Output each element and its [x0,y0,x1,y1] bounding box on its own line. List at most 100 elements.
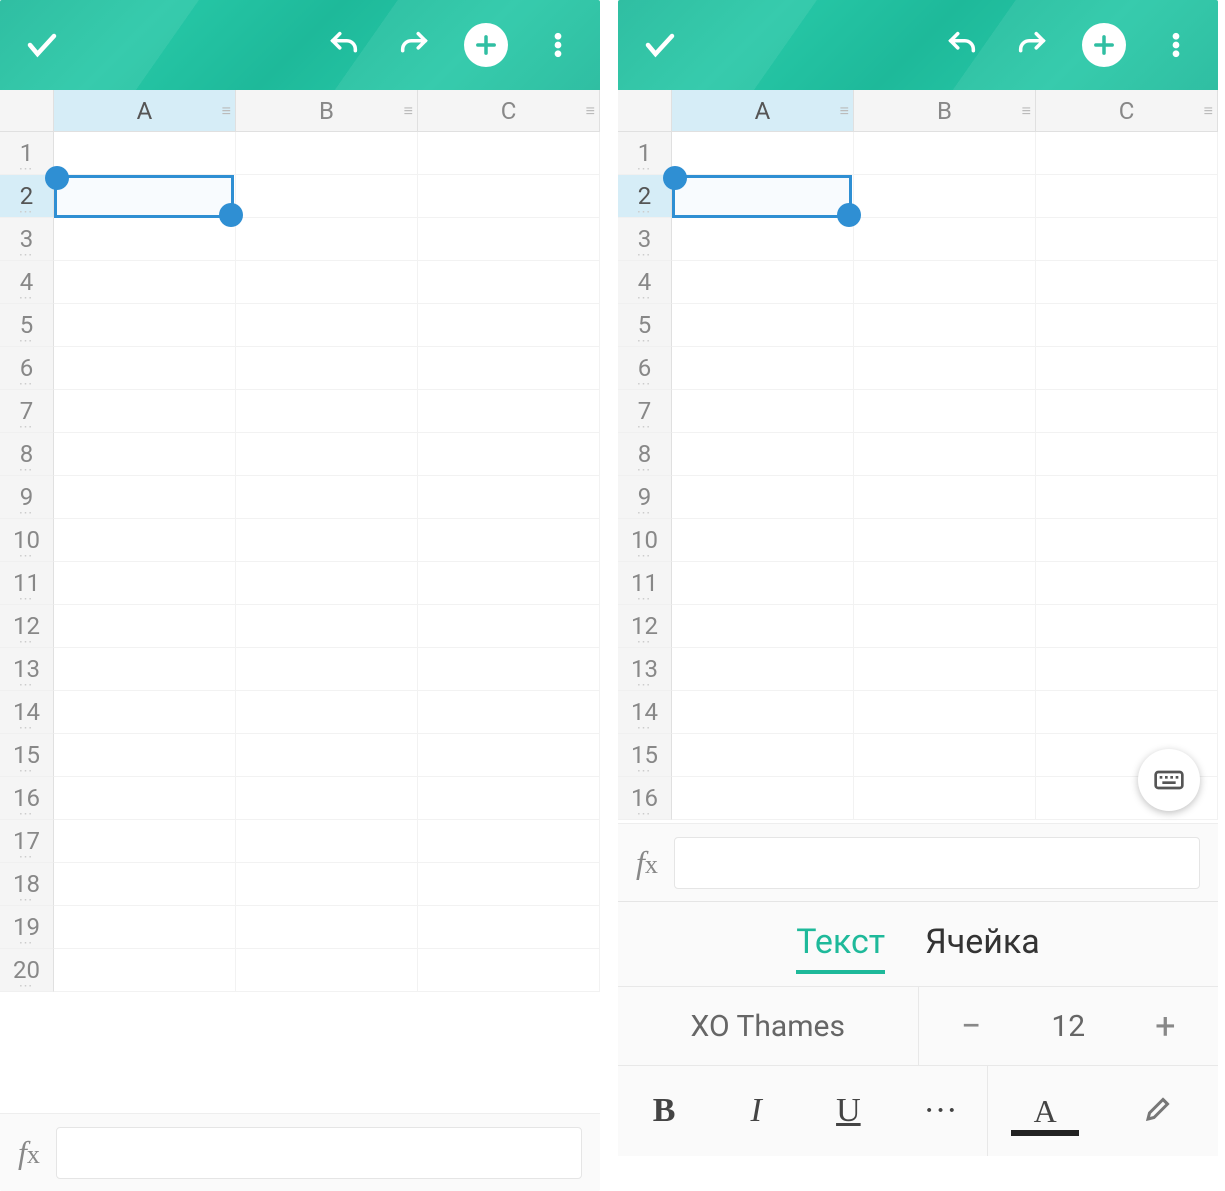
cell[interactable] [418,433,600,476]
row-header-16[interactable]: 16⋯ [0,777,54,820]
undo-button[interactable] [942,25,982,65]
spreadsheet-grid[interactable]: A≡ B≡ C≡ 1⋯2⋯3⋯4⋯5⋯6⋯7⋯8⋯9⋯10⋯11⋯12⋯13⋯1… [0,90,600,1113]
cell[interactable] [672,476,854,519]
cell[interactable] [672,304,854,347]
row-header-7[interactable]: 7⋯ [0,390,54,433]
row-header-8[interactable]: 8⋯ [618,433,672,476]
row-header-15[interactable]: 15⋯ [0,734,54,777]
cell[interactable] [418,519,600,562]
cell[interactable] [672,218,854,261]
row-header-4[interactable]: 4⋯ [0,261,54,304]
cell[interactable] [418,476,600,519]
row-header-10[interactable]: 10⋯ [618,519,672,562]
cell[interactable] [672,605,854,648]
cell[interactable] [236,347,418,390]
row-header-9[interactable]: 9⋯ [0,476,54,519]
tab-cell[interactable]: Ячейка [925,922,1040,974]
cell[interactable] [1036,476,1218,519]
cell[interactable] [54,949,236,992]
cell[interactable] [54,734,236,777]
cell[interactable] [854,132,1036,175]
cell[interactable] [54,648,236,691]
cell[interactable] [236,691,418,734]
cell[interactable] [54,906,236,949]
cell[interactable] [236,519,418,562]
highlight-color-button[interactable] [1130,1089,1190,1134]
cell[interactable] [418,605,600,648]
cell[interactable] [854,605,1036,648]
cell[interactable] [1036,261,1218,304]
cell[interactable] [418,734,600,777]
cell[interactable] [54,304,236,347]
cell[interactable] [236,218,418,261]
row-header-3[interactable]: 3⋯ [618,218,672,261]
row-header-14[interactable]: 14⋯ [618,691,672,734]
cell[interactable] [672,390,854,433]
cell[interactable] [854,734,1036,777]
cell[interactable] [418,304,600,347]
cell[interactable] [236,175,418,218]
cell-selection[interactable] [54,175,234,218]
row-header-1[interactable]: 1⋯ [0,132,54,175]
cell[interactable] [672,347,854,390]
cell[interactable] [672,777,854,820]
keyboard-fab[interactable] [1138,749,1200,811]
cell-selection[interactable] [672,175,852,218]
cell[interactable] [1036,562,1218,605]
cell[interactable] [418,261,600,304]
more-button[interactable] [538,25,578,65]
cell[interactable] [236,476,418,519]
row-header-5[interactable]: 5⋯ [618,304,672,347]
redo-button[interactable] [1012,25,1052,65]
row-header-13[interactable]: 13⋯ [0,648,54,691]
cell[interactable] [418,390,600,433]
row-header-17[interactable]: 17⋯ [0,820,54,863]
formula-input[interactable] [56,1127,582,1179]
cell[interactable] [1036,304,1218,347]
cell[interactable] [854,347,1036,390]
underline-button[interactable]: U [818,1092,878,1130]
cell[interactable] [672,261,854,304]
cell[interactable] [854,562,1036,605]
cell[interactable] [854,648,1036,691]
row-header-15[interactable]: 15⋯ [618,734,672,777]
select-all-corner[interactable] [618,90,672,131]
cell[interactable] [854,519,1036,562]
row-header-8[interactable]: 8⋯ [0,433,54,476]
row-header-10[interactable]: 10⋯ [0,519,54,562]
cell[interactable] [236,906,418,949]
cell[interactable] [1036,175,1218,218]
cell[interactable] [418,175,600,218]
cell[interactable] [54,777,236,820]
font-size-increase[interactable]: + [1140,1005,1190,1047]
select-all-corner[interactable] [0,90,54,131]
column-header-C[interactable]: C≡ [418,90,600,131]
formula-input[interactable] [674,837,1200,889]
row-header-13[interactable]: 13⋯ [618,648,672,691]
cell[interactable] [418,777,600,820]
row-header-4[interactable]: 4⋯ [618,261,672,304]
row-header-19[interactable]: 19⋯ [0,906,54,949]
cell[interactable] [854,777,1036,820]
font-size-decrease[interactable]: − [946,1005,996,1047]
cell[interactable] [54,519,236,562]
cell[interactable] [236,863,418,906]
cell[interactable] [54,132,236,175]
cell[interactable] [236,734,418,777]
row-header-12[interactable]: 12⋯ [618,605,672,648]
row-header-9[interactable]: 9⋯ [618,476,672,519]
cell[interactable] [236,433,418,476]
bold-button[interactable]: B [634,1092,694,1130]
cell[interactable] [236,132,418,175]
cell[interactable] [236,304,418,347]
add-button[interactable] [464,23,508,67]
cell[interactable] [854,390,1036,433]
cell[interactable] [54,261,236,304]
column-header-A[interactable]: A≡ [672,90,854,131]
cell[interactable] [418,648,600,691]
column-header-B[interactable]: B≡ [854,90,1036,131]
cell[interactable] [1036,390,1218,433]
selection-handle-br[interactable] [219,203,243,227]
row-header-11[interactable]: 11⋯ [618,562,672,605]
selection-handle-tl[interactable] [45,166,69,190]
